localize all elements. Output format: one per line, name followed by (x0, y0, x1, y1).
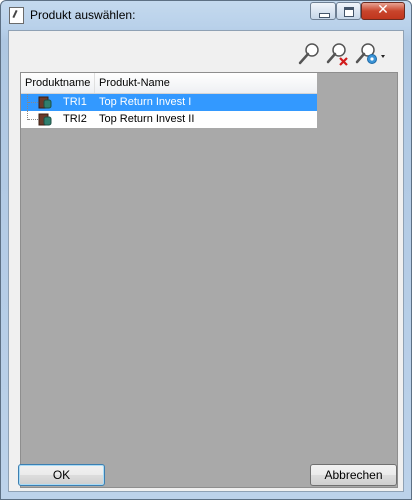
cell-code: TRI1 (63, 96, 87, 108)
maximize-button[interactable] (336, 2, 361, 20)
search-icon (298, 43, 319, 65)
cell-name: Top Return Invest II (99, 113, 195, 125)
close-icon: ✕ (377, 2, 389, 18)
search-button[interactable] (296, 41, 324, 69)
toolbar (9, 31, 403, 71)
column-header-produktname[interactable]: Produktname (21, 73, 95, 93)
dialog-window: Produkt auswählen: ✕ Produktname Produkt… (0, 0, 412, 500)
close-button[interactable]: ✕ (361, 2, 405, 20)
clear-search-icon (326, 43, 348, 66)
dialog-client-area: Produktname Produkt-Name TRI1 Top Return… (8, 30, 404, 492)
grid-header: Produktname Produkt-Name (21, 73, 317, 94)
table-row[interactable]: TRI1 Top Return Invest I (21, 94, 317, 111)
column-header-produkt-name[interactable]: Produkt-Name (95, 73, 317, 93)
ok-button[interactable]: OK (18, 464, 105, 486)
product-icon (38, 96, 52, 109)
minimize-icon (319, 13, 330, 18)
product-icon (38, 113, 52, 126)
cell-code: TRI2 (63, 113, 87, 125)
search-settings-icon (355, 43, 385, 64)
cell-name: Top Return Invest I (99, 96, 192, 108)
cancel-button[interactable]: Abbrechen (310, 464, 397, 486)
clear-search-button[interactable] (325, 41, 353, 69)
minimize-button[interactable] (310, 2, 336, 20)
maximize-icon (344, 7, 354, 17)
search-settings-button[interactable] (354, 41, 390, 69)
window-title: Produkt auswählen: (30, 8, 136, 22)
title-bar[interactable]: Produkt auswählen: ✕ (1, 1, 411, 29)
product-grid[interactable]: Produktname Produkt-Name TRI1 Top Return… (20, 72, 398, 488)
app-icon (9, 7, 24, 24)
table-row[interactable]: TRI2 Top Return Invest II (21, 111, 317, 128)
